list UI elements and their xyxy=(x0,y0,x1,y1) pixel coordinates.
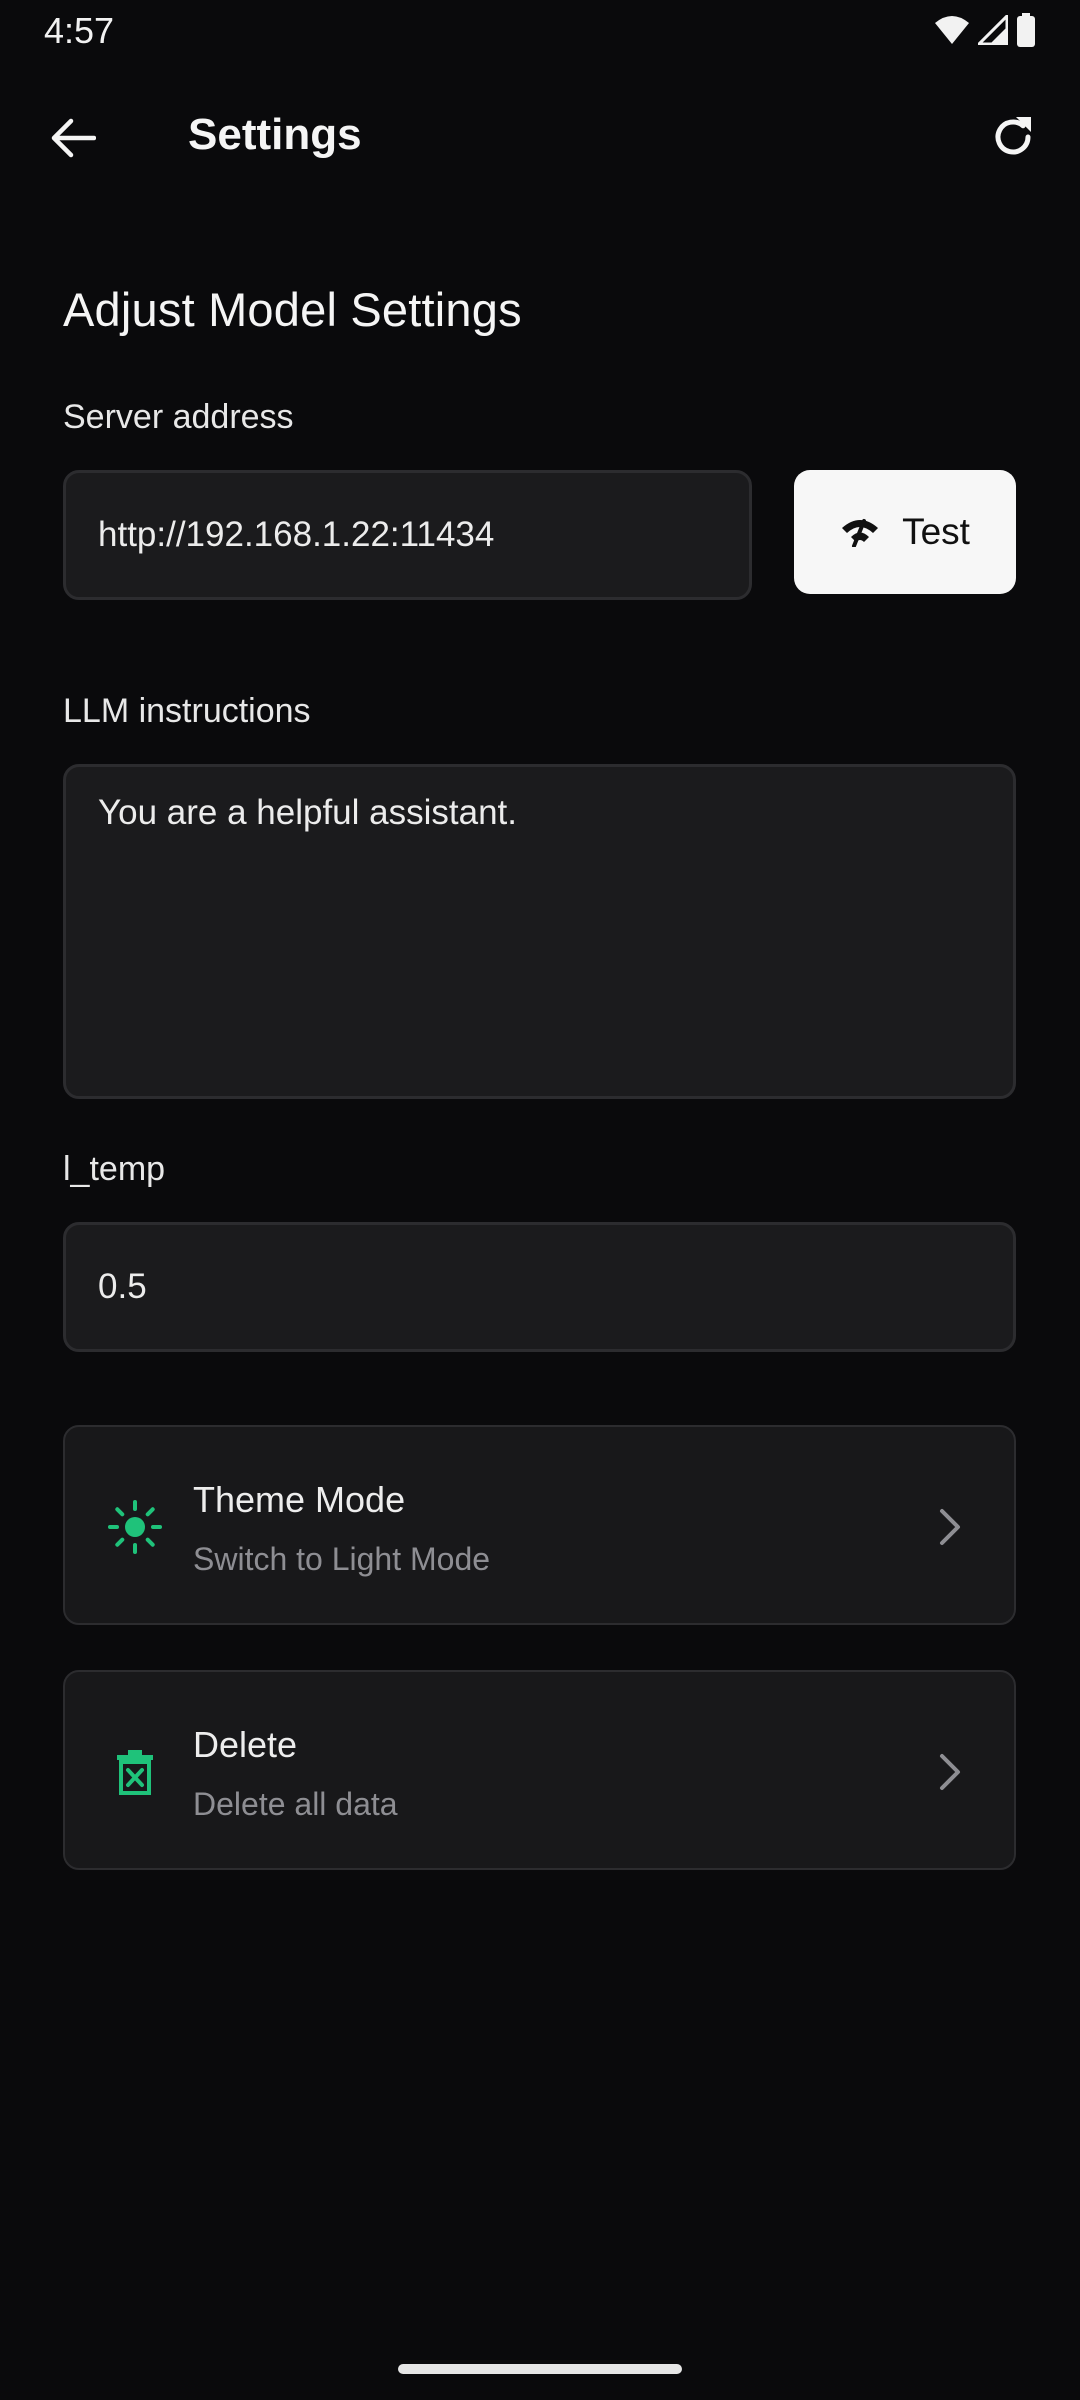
battery-icon xyxy=(1016,12,1036,52)
status-bar: 4:57 xyxy=(0,0,1080,62)
test-button[interactable]: Test xyxy=(794,470,1016,594)
home-indicator[interactable] xyxy=(398,2364,682,2374)
cell-signal-icon xyxy=(975,11,1009,50)
chevron-right-icon xyxy=(932,1750,968,1794)
chevron-right-icon xyxy=(932,1505,968,1549)
status-time: 4:57 xyxy=(44,10,115,51)
sun-icon xyxy=(107,1499,163,1555)
trash-icon xyxy=(107,1744,163,1800)
wifi-icon xyxy=(934,15,970,50)
status-icons xyxy=(934,11,1036,52)
temperature-input[interactable]: 0.5 xyxy=(63,1222,1016,1352)
theme-mode-title: Theme Mode xyxy=(193,1479,406,1520)
refresh-button[interactable] xyxy=(980,104,1046,170)
page-title: Settings xyxy=(188,110,362,159)
delete-subtitle: Delete all data xyxy=(193,1786,398,1822)
section-title: Adjust Model Settings xyxy=(63,283,522,336)
server-address-input[interactable]: http://192.168.1.22:11434 xyxy=(63,470,752,600)
settings-screen: 4:57 Settings Adjust Model Settings Serv… xyxy=(0,0,1080,2400)
llm-instructions-label: LLM instructions xyxy=(63,692,311,730)
delete-title: Delete xyxy=(193,1724,298,1765)
temperature-label: l_temp xyxy=(63,1150,166,1188)
signal-test-icon xyxy=(842,519,879,547)
theme-mode-card[interactable]: Theme Mode Switch to Light Mode xyxy=(63,1425,1016,1625)
refresh-icon xyxy=(995,117,1031,155)
delete-card[interactable]: Delete Delete all data xyxy=(63,1670,1016,1870)
llm-instructions-textarea[interactable]: You are a helpful assistant. xyxy=(63,764,1016,1099)
back-button[interactable] xyxy=(40,110,106,166)
theme-mode-subtitle: Switch to Light Mode xyxy=(193,1541,491,1577)
arrow-left-icon xyxy=(51,118,96,158)
server-address-label: Server address xyxy=(63,398,294,436)
app-bar: Settings xyxy=(0,90,1080,186)
test-button-label: Test xyxy=(902,511,970,552)
